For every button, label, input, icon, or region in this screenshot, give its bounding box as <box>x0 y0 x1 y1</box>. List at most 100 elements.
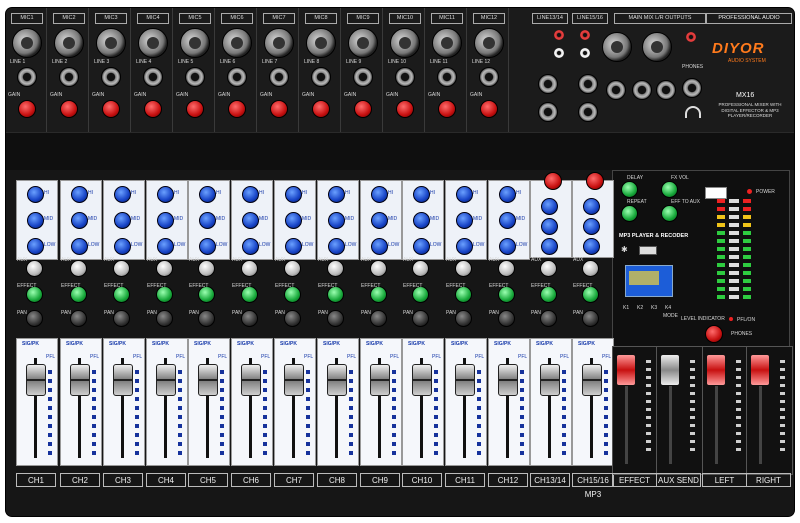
pan-knob[interactable] <box>327 310 344 327</box>
channel-fader[interactable] <box>113 364 133 396</box>
gain-knob[interactable] <box>102 100 120 118</box>
line-input-jack[interactable] <box>227 67 247 87</box>
pan-knob[interactable] <box>26 310 43 327</box>
eq-mid-knob[interactable] <box>328 212 345 229</box>
eq-low-knob[interactable] <box>371 238 388 255</box>
mp3-key-4[interactable]: K4 <box>665 305 671 311</box>
gain-knob[interactable] <box>312 100 330 118</box>
eq-hi-knob[interactable] <box>242 186 259 203</box>
channel-fader[interactable] <box>455 364 475 396</box>
aux-knob[interactable] <box>113 260 130 277</box>
gain-knob[interactable] <box>60 100 78 118</box>
eq-mid-knob[interactable] <box>413 212 430 229</box>
master-fader[interactable] <box>616 354 636 386</box>
pan-knob[interactable] <box>70 310 87 327</box>
rca-input-15-r[interactable] <box>580 48 590 58</box>
gain-knob[interactable] <box>144 100 162 118</box>
channel-fader[interactable] <box>198 364 218 396</box>
rca-input-15-l[interactable] <box>580 30 590 40</box>
line-input-jack[interactable] <box>395 67 415 87</box>
eq-mid-knob[interactable] <box>157 212 174 229</box>
eq-low-knob[interactable] <box>541 238 558 255</box>
usb-port[interactable] <box>639 246 657 255</box>
line-input-jack[interactable] <box>353 67 373 87</box>
aux-knob[interactable] <box>498 260 515 277</box>
mp3-key-2[interactable]: K2 <box>637 305 643 311</box>
line-input-jack[interactable] <box>101 67 121 87</box>
aux-knob[interactable] <box>582 260 599 277</box>
gain-knob[interactable] <box>354 100 372 118</box>
pan-knob[interactable] <box>113 310 130 327</box>
line-input-14[interactable] <box>538 102 558 122</box>
effect-switch[interactable] <box>705 187 727 199</box>
eq-hi-knob[interactable] <box>541 198 558 215</box>
main-out-left-xlr[interactable] <box>602 32 632 62</box>
eq-mid-knob[interactable] <box>371 212 388 229</box>
mic-input-xlr[interactable] <box>348 28 378 58</box>
eq-low-knob[interactable] <box>27 238 44 255</box>
fx-out-jack[interactable] <box>656 80 676 100</box>
eq-low-knob[interactable] <box>499 238 516 255</box>
master-fader[interactable] <box>750 354 770 386</box>
repeat-knob[interactable] <box>621 205 638 222</box>
eq-hi-knob[interactable] <box>499 186 516 203</box>
channel-fader[interactable] <box>540 364 560 396</box>
gain-knob[interactable] <box>438 100 456 118</box>
eq-hi-knob[interactable] <box>413 186 430 203</box>
pan-knob[interactable] <box>370 310 387 327</box>
pan-knob[interactable] <box>412 310 429 327</box>
pan-knob[interactable] <box>455 310 472 327</box>
eq-mid-knob[interactable] <box>456 212 473 229</box>
line-input-jack[interactable] <box>437 67 457 87</box>
gain-knob[interactable] <box>228 100 246 118</box>
mic-input-xlr[interactable] <box>12 28 42 58</box>
eq-hi-knob[interactable] <box>114 186 131 203</box>
line-input-jack[interactable] <box>269 67 289 87</box>
eq-mid-knob[interactable] <box>114 212 131 229</box>
eq-mid-knob[interactable] <box>27 212 44 229</box>
main-out-left-jack[interactable] <box>606 80 626 100</box>
channel-fader[interactable] <box>241 364 261 396</box>
channel-fader[interactable] <box>327 364 347 396</box>
channel-fader[interactable] <box>26 364 46 396</box>
eq-mid-knob[interactable] <box>541 218 558 235</box>
aux-knob[interactable] <box>198 260 215 277</box>
stereo-gain-knob[interactable] <box>586 172 604 190</box>
pan-knob[interactable] <box>198 310 215 327</box>
aux-knob[interactable] <box>156 260 173 277</box>
eq-hi-knob[interactable] <box>285 186 302 203</box>
line-input-jack[interactable] <box>185 67 205 87</box>
mic-input-xlr[interactable] <box>432 28 462 58</box>
eq-low-knob[interactable] <box>114 238 131 255</box>
channel-fader[interactable] <box>582 364 602 396</box>
eq-mid-knob[interactable] <box>71 212 88 229</box>
pan-knob[interactable] <box>241 310 258 327</box>
main-out-right-jack[interactable] <box>632 80 652 100</box>
mic-input-xlr[interactable] <box>264 28 294 58</box>
gain-knob[interactable] <box>396 100 414 118</box>
eq-low-knob[interactable] <box>157 238 174 255</box>
eq-hi-knob[interactable] <box>328 186 345 203</box>
pan-knob[interactable] <box>284 310 301 327</box>
eq-hi-knob[interactable] <box>71 186 88 203</box>
eq-mid-knob[interactable] <box>499 212 516 229</box>
pan-knob[interactable] <box>498 310 515 327</box>
pan-knob[interactable] <box>540 310 557 327</box>
eq-mid-knob[interactable] <box>285 212 302 229</box>
eq-low-knob[interactable] <box>199 238 216 255</box>
line-input-jack[interactable] <box>59 67 79 87</box>
eq-low-knob[interactable] <box>242 238 259 255</box>
eq-mid-knob[interactable] <box>583 218 600 235</box>
channel-fader[interactable] <box>412 364 432 396</box>
fx-vol-knob[interactable] <box>661 181 678 198</box>
line-input-jack[interactable] <box>143 67 163 87</box>
rec-out-rca[interactable] <box>686 32 696 42</box>
aux-knob[interactable] <box>327 260 344 277</box>
eq-hi-knob[interactable] <box>371 186 388 203</box>
line-input-jack[interactable] <box>17 67 37 87</box>
mic-input-xlr[interactable] <box>222 28 252 58</box>
rca-input-13-l[interactable] <box>554 30 564 40</box>
master-fader[interactable] <box>706 354 726 386</box>
delay-knob[interactable] <box>621 181 638 198</box>
mic-input-xlr[interactable] <box>138 28 168 58</box>
